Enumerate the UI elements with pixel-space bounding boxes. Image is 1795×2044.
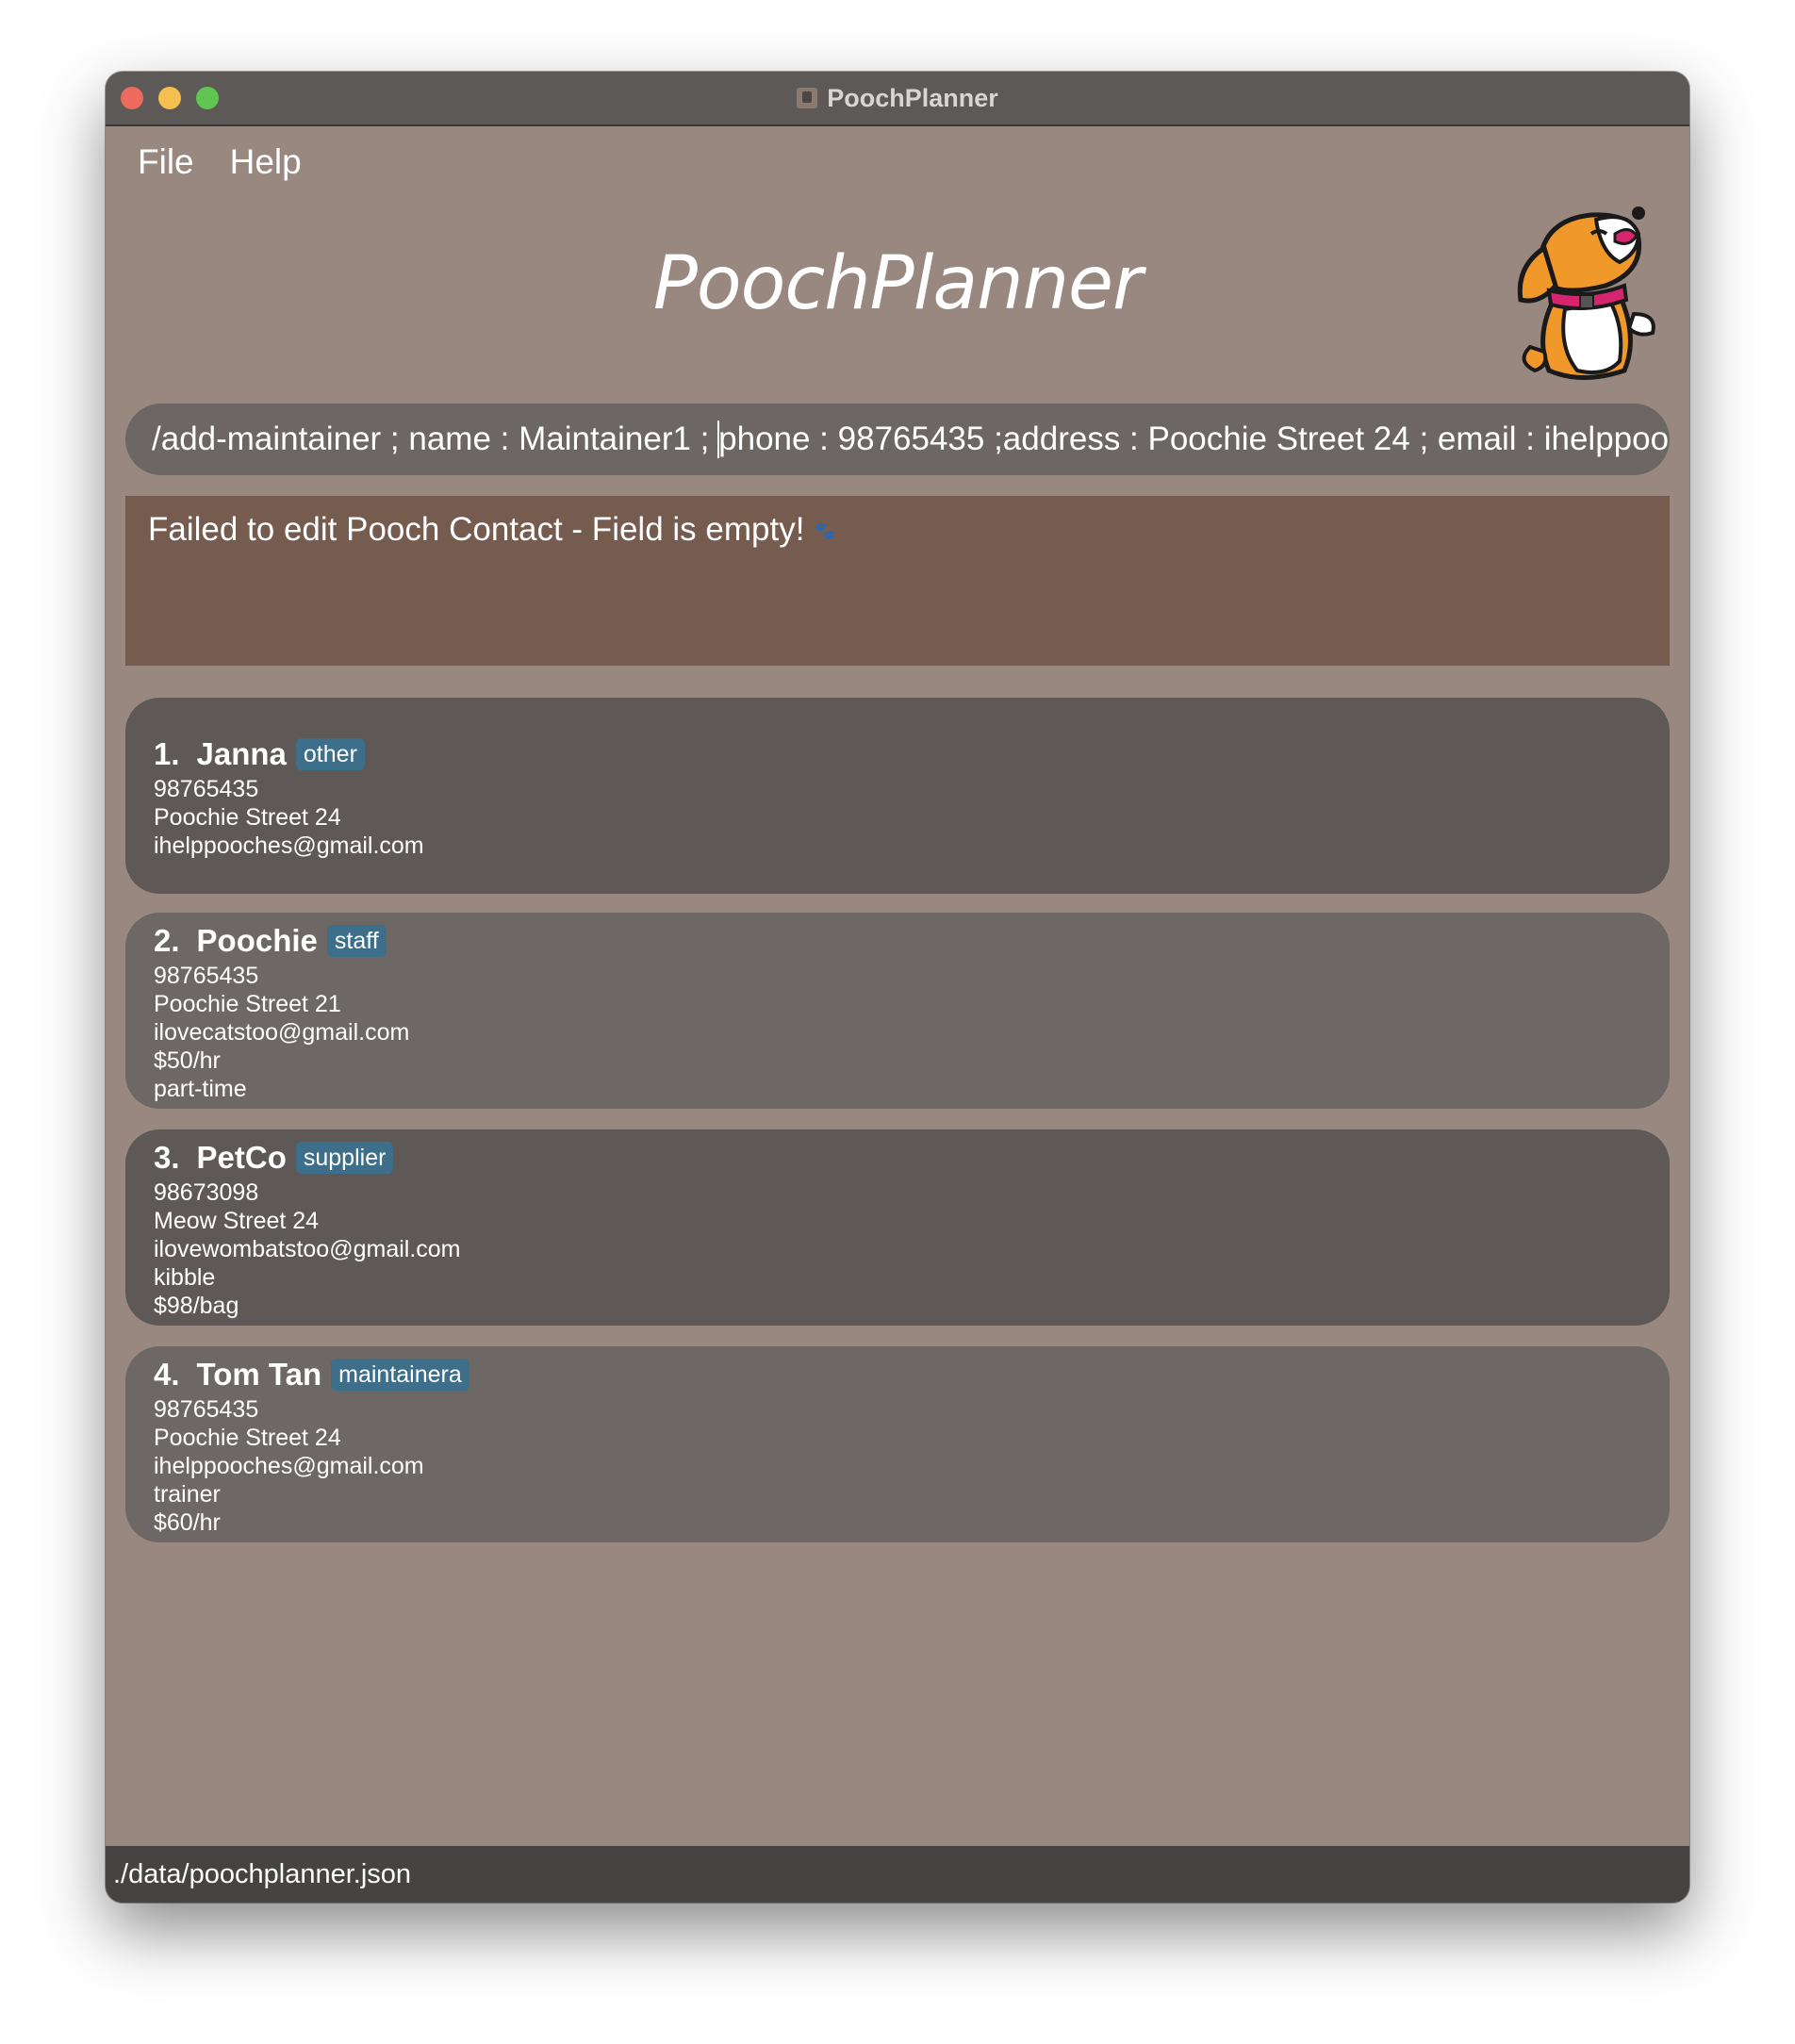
contact-address: Meow Street 24 (154, 1208, 320, 1234)
contact-card[interactable]: 3. PetCo supplier 98673098 Meow Street 2… (125, 1129, 1670, 1326)
save-file-path: ./data/poochplanner.json (113, 1859, 412, 1889)
contact-address: Poochie Street 24 (154, 804, 341, 831)
contact-address: Poochie Street 21 (154, 991, 341, 1017)
contact-index: 2. (154, 923, 180, 958)
contact-index: 1. (154, 736, 180, 771)
contact-phone: 98673098 (154, 1179, 259, 1206)
contact-name: Janna (196, 736, 287, 771)
contact-email: ilovecatstoo@gmail.com (154, 1019, 410, 1046)
title-bar[interactable]: PoochPlanner (106, 72, 1689, 126)
command-input[interactable]: /add-maintainer ; name : Maintainer1 ; p… (125, 404, 1670, 475)
app-title: PoochPlanner (652, 241, 1143, 326)
contact-address: Poochie Street 24 (154, 1425, 341, 1451)
app-icon (797, 88, 818, 108)
app-window: PoochPlanner File Help PoochPlanner /add… (106, 72, 1689, 1903)
window-title: PoochPlanner (827, 83, 998, 112)
contact-product: kibble (154, 1264, 216, 1291)
result-message: Failed to edit Pooch Contact - Field is … (148, 511, 805, 548)
contact-tag: other (295, 738, 365, 770)
contact-employment: part-time (154, 1076, 247, 1102)
menu-file[interactable]: File (138, 142, 194, 182)
contact-phone: 98765435 (154, 1396, 259, 1423)
contact-email: ihelppooches@gmail.com (154, 1453, 424, 1479)
dog-mascot-icon (1517, 206, 1655, 380)
contact-card[interactable]: 2. Poochie staff 98765435 Poochie Street… (125, 913, 1670, 1109)
contact-tag: staff (326, 925, 387, 957)
menu-help[interactable]: Help (230, 142, 302, 182)
command-input-text[interactable]: /add-maintainer ; name : Maintainer1 ; p… (152, 404, 1669, 475)
contact-card[interactable]: 4. Tom Tan maintainera 98765435 Poochie … (125, 1346, 1670, 1542)
result-display: Failed to edit Pooch Contact - Field is … (125, 496, 1670, 666)
contact-name: PetCo (196, 1140, 287, 1175)
contact-email: ilovewombatstoo@gmail.com (154, 1236, 461, 1262)
contact-tag: maintainera (331, 1359, 469, 1391)
contact-email: ihelppooches@gmail.com (154, 832, 424, 859)
contact-phone: 98765435 (154, 963, 259, 989)
contact-commission: $60/hr (154, 1509, 221, 1536)
contact-tag: supplier (295, 1142, 394, 1174)
text-caret (717, 420, 719, 458)
contact-card[interactable]: 1. Janna other 98765435 Poochie Street 2… (125, 698, 1670, 894)
contact-index: 4. (154, 1357, 180, 1392)
contact-salary: $50/hr (154, 1047, 221, 1074)
paw-icon: 🐾 (814, 521, 835, 541)
status-bar: ./data/poochplanner.json (106, 1846, 1689, 1903)
contact-skill: trainer (154, 1481, 221, 1508)
contact-price: $98/bag (154, 1293, 239, 1319)
menu-bar: File Help (138, 132, 302, 192)
contact-name: Tom Tan (196, 1357, 322, 1392)
contact-name: Poochie (196, 923, 318, 958)
contact-phone: 98765435 (154, 776, 259, 802)
contact-index: 3. (154, 1140, 180, 1175)
